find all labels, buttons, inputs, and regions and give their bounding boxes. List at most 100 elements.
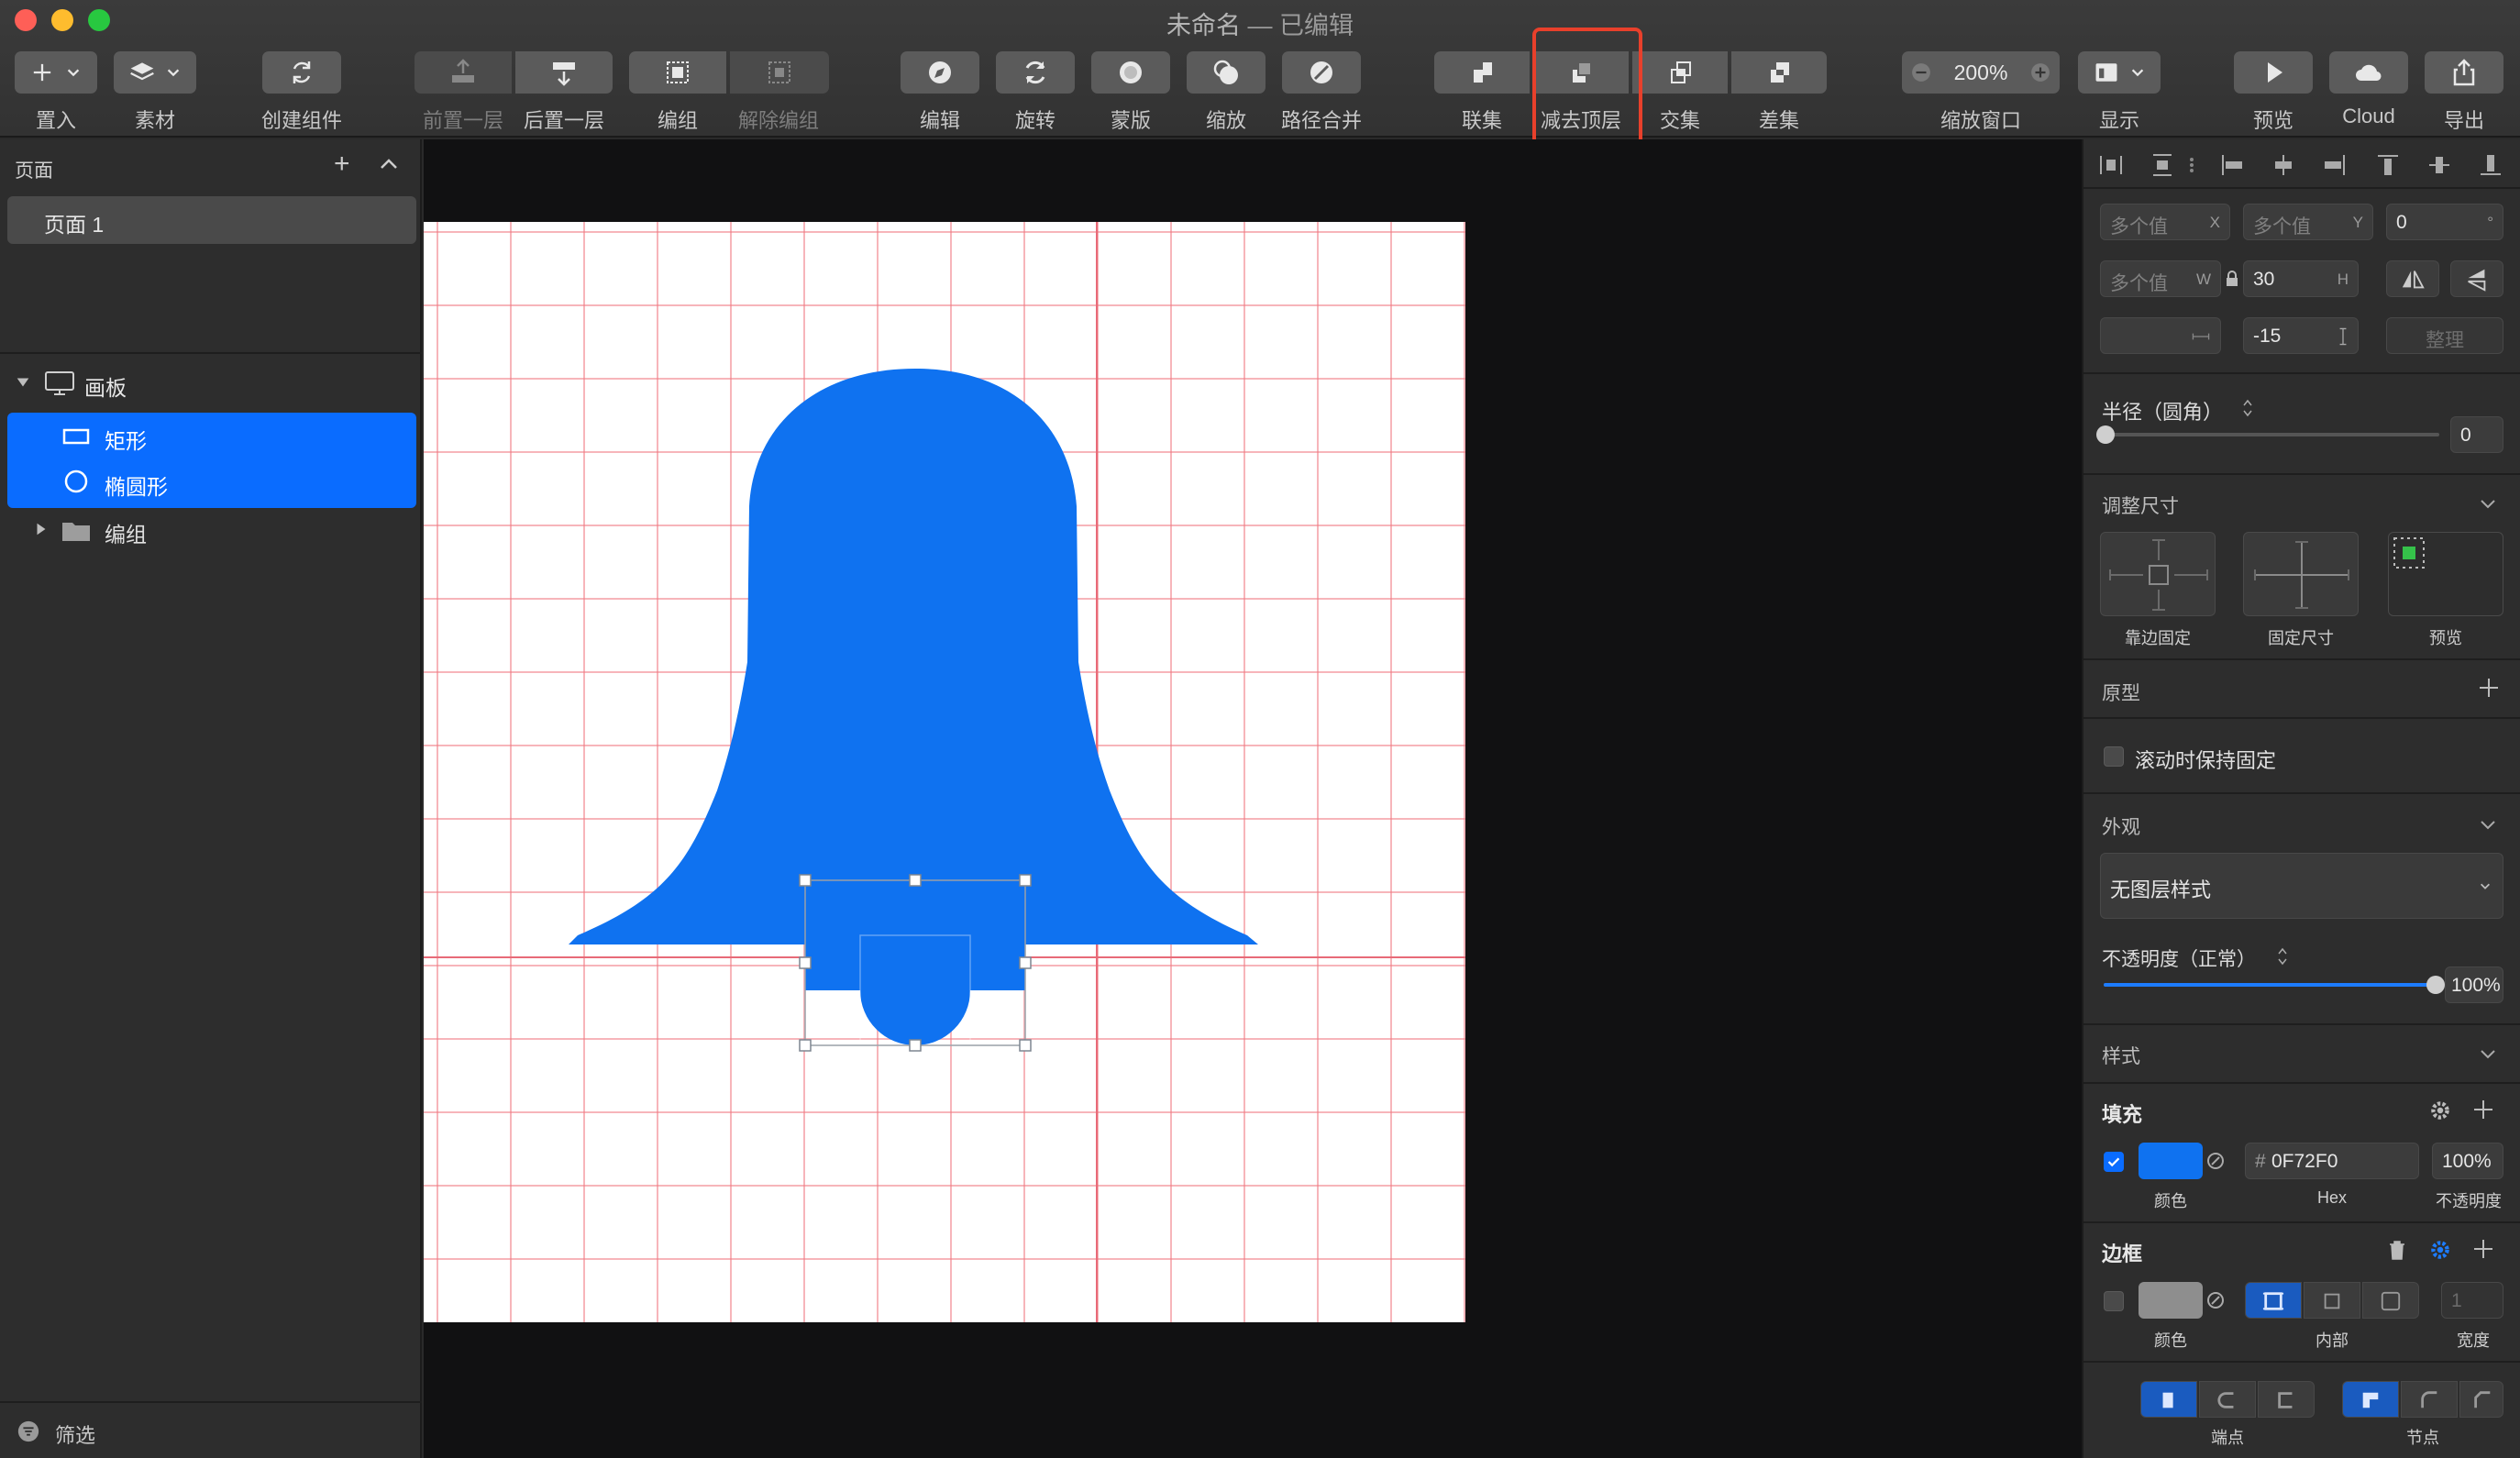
end-butt-button[interactable] — [2140, 1381, 2197, 1418]
border-position-inside[interactable] — [2245, 1282, 2302, 1319]
mask-button[interactable] — [1091, 51, 1170, 94]
add-page-button[interactable]: + — [334, 150, 350, 178]
view-tool[interactable]: 显示 — [2078, 51, 2161, 134]
distribute-horizontal-icon[interactable] — [2098, 152, 2124, 178]
align-top-icon[interactable] — [2375, 152, 2401, 178]
end-square-button[interactable] — [2258, 1381, 2315, 1418]
fill-enabled-checkbox[interactable] — [2104, 1152, 2124, 1172]
send-backward-button[interactable] — [515, 51, 613, 94]
group-button[interactable] — [629, 51, 726, 94]
view-button[interactable] — [2078, 51, 2161, 94]
join-round-button[interactable] — [2401, 1381, 2458, 1418]
chevron-up-icon[interactable] — [376, 152, 402, 176]
page-item[interactable]: 页面 1 — [7, 196, 416, 244]
border-position-outside[interactable] — [2362, 1282, 2419, 1319]
scale-tool[interactable]: 缩放 — [1187, 51, 1266, 134]
spacing-v-field[interactable]: -15 — [2243, 317, 2359, 354]
gear-icon[interactable] — [2428, 1238, 2452, 1262]
radius-slider-knob[interactable] — [2096, 425, 2115, 444]
join-miter-button[interactable] — [2342, 1381, 2399, 1418]
disclosure-right-icon[interactable] — [33, 521, 50, 537]
insert-button[interactable] — [15, 51, 97, 94]
preview-tool[interactable]: 预览 — [2234, 51, 2313, 134]
rotation-field[interactable]: 0 ° — [2386, 204, 2503, 240]
stepper-icon[interactable] — [2276, 946, 2289, 966]
pin-edges-control[interactable] — [2100, 532, 2216, 616]
radius-slider-track[interactable] — [2104, 433, 2439, 436]
chevron-down-icon[interactable] — [2478, 493, 2498, 514]
fill-hex-field[interactable]: # 0F72F0 — [2245, 1143, 2419, 1179]
cloud-button[interactable] — [2329, 51, 2408, 94]
border-width-field[interactable]: 1 — [2441, 1282, 2503, 1319]
create-component-tool[interactable]: 创建组件 — [261, 51, 342, 134]
color-mode-icon[interactable] — [2206, 1291, 2225, 1309]
layer-group[interactable]: 编组 — [7, 506, 416, 552]
difference-button[interactable] — [1731, 51, 1827, 94]
layer-artboard[interactable]: 画板 — [7, 359, 416, 405]
add-icon[interactable] — [2472, 1238, 2494, 1260]
height-field[interactable]: 30 H — [2243, 260, 2359, 297]
flatten-button[interactable] — [1282, 51, 1361, 94]
zoom-out-icon[interactable] — [1911, 62, 1931, 83]
distribute-vertical-icon[interactable] — [2150, 152, 2175, 178]
rotate-tool[interactable]: 旋转 — [996, 51, 1075, 134]
assets-tool[interactable]: 素材 — [114, 51, 196, 134]
canvas[interactable] — [424, 139, 2082, 1458]
tidy-button[interactable]: 整理 — [2386, 317, 2503, 354]
rotate-button[interactable] — [996, 51, 1075, 94]
width-field[interactable]: 多个值 W — [2100, 260, 2221, 297]
flip-horizontal-button[interactable] — [2386, 260, 2439, 297]
create-component-button[interactable] — [262, 51, 341, 94]
zoom-stepper[interactable]: 200% — [1902, 51, 2060, 94]
intersect-button[interactable] — [1632, 51, 1728, 94]
cloud-tool[interactable]: Cloud — [2329, 51, 2408, 134]
add-icon[interactable] — [2478, 677, 2500, 699]
opacity-field[interactable]: 100% — [2445, 966, 2503, 1003]
stepper-icon[interactable] — [2241, 398, 2254, 418]
layer-rectangle[interactable]: 矩形 — [7, 413, 416, 458]
opacity-slider-knob[interactable] — [2426, 976, 2445, 994]
artboard[interactable] — [424, 222, 1465, 1322]
radius-field[interactable]: 0 — [2450, 416, 2503, 453]
oval-shape[interactable] — [860, 990, 970, 1045]
chevron-down-icon[interactable] — [2478, 814, 2498, 834]
align-right-icon[interactable] — [2322, 152, 2348, 178]
layer-style-select[interactable]: 无图层样式 — [2100, 853, 2503, 919]
align-center-horizontal-icon[interactable] — [2271, 152, 2296, 178]
spacing-h-field[interactable] — [2100, 317, 2221, 354]
more-icon[interactable] — [2186, 152, 2197, 178]
ungroup-button[interactable] — [730, 51, 829, 94]
mask-tool[interactable]: 蒙版 — [1091, 51, 1170, 134]
end-round-button[interactable] — [2199, 1381, 2256, 1418]
preview-button[interactable] — [2234, 51, 2313, 94]
bell-shape[interactable] — [569, 369, 1258, 944]
export-tool[interactable]: 导出 — [2425, 51, 2503, 134]
chevron-down-icon[interactable] — [2478, 1044, 2498, 1064]
union-button[interactable] — [1434, 51, 1530, 94]
flatten-tool[interactable]: 路径合并 — [1281, 51, 1362, 134]
export-button[interactable] — [2425, 51, 2503, 94]
lock-icon[interactable] — [2225, 270, 2239, 288]
assets-button[interactable] — [114, 51, 196, 94]
disclosure-down-icon[interactable] — [15, 374, 31, 391]
add-icon[interactable] — [2472, 1099, 2494, 1121]
x-field[interactable]: 多个值 X — [2100, 204, 2230, 240]
join-bevel-button[interactable] — [2459, 1381, 2503, 1418]
fill-color-swatch[interactable] — [2139, 1143, 2203, 1179]
align-center-vertical-icon[interactable] — [2426, 152, 2452, 178]
color-mode-icon[interactable] — [2206, 1152, 2225, 1170]
border-position-center[interactable] — [2304, 1282, 2360, 1319]
align-bottom-icon[interactable] — [2478, 152, 2503, 178]
y-field[interactable]: 多个值 Y — [2243, 204, 2373, 240]
insert-tool[interactable]: 置入 — [15, 51, 97, 134]
trash-icon[interactable] — [2386, 1238, 2408, 1262]
filter-icon[interactable] — [17, 1419, 40, 1443]
bring-forward-button[interactable] — [414, 51, 512, 94]
flip-vertical-button[interactable] — [2450, 260, 2503, 297]
zoom-in-icon[interactable] — [2030, 62, 2050, 83]
layer-oval[interactable]: 椭圆形 — [7, 458, 416, 504]
fix-on-scroll-checkbox[interactable] — [2104, 746, 2124, 767]
scale-button[interactable] — [1187, 51, 1266, 94]
fixed-size-control[interactable] — [2243, 532, 2359, 616]
edit-button[interactable] — [901, 51, 979, 94]
